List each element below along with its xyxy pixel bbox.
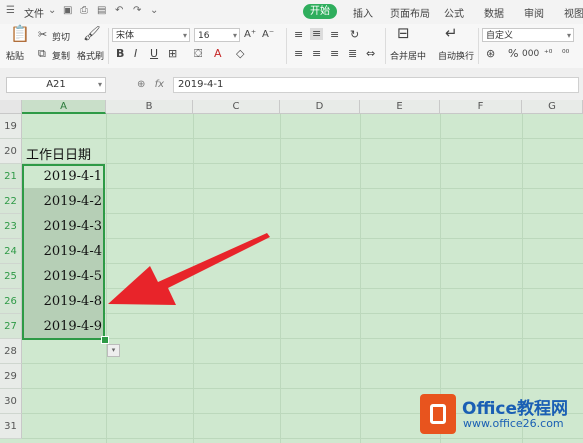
increase-decimal-icon[interactable]: ⁺⁰ <box>544 48 552 60</box>
number-format-select[interactable]: 自定义 ▾ <box>482 28 574 42</box>
distributed-icon[interactable]: ⇔ <box>366 48 375 60</box>
formula-bar: A21 ▾ ⊕ fx 2019-4-1 <box>0 68 583 100</box>
border-icon[interactable]: ⊞ <box>168 48 177 60</box>
clear-format-icon[interactable]: ◇ <box>236 48 244 60</box>
justify-icon[interactable]: ≣ <box>348 48 357 60</box>
menu-icon[interactable]: ☰ <box>6 6 16 16</box>
chevron-down-icon: ▾ <box>182 31 187 40</box>
chevron-down-icon[interactable]: ⌄ <box>48 6 58 16</box>
format-painter-button[interactable]: 格式刷 <box>77 49 104 62</box>
underline-icon[interactable]: U <box>150 48 158 60</box>
font-shrink-icon[interactable]: A⁻ <box>262 29 274 41</box>
wrap-text-icon[interactable]: ↵ <box>445 26 458 41</box>
percent-icon[interactable]: % <box>508 48 518 60</box>
tab-view[interactable]: 视图 <box>564 5 583 20</box>
print-preview-icon[interactable]: ▤ <box>97 6 107 16</box>
fx-icon[interactable]: fx <box>155 79 164 90</box>
tab-insert[interactable]: 插入 <box>353 5 373 20</box>
formula-icons: ⊕ fx <box>137 79 164 90</box>
font-name-value: 宋体 <box>116 31 135 41</box>
tab-review[interactable]: 审阅 <box>524 5 544 20</box>
italic-icon[interactable]: I <box>134 48 137 60</box>
align-left-icon[interactable]: ≡ <box>294 48 303 60</box>
scissors-icon[interactable]: ✂ <box>38 29 47 41</box>
menu-bar: ☰ 文件 ⌄ ▣ ⎙ ▤ ↶ ↷ ⌄ 开始 插入 页面布局 公式 数据 审阅 视… <box>0 0 583 24</box>
align-bottom-icon[interactable]: ≡ <box>330 29 339 41</box>
arrow-shape <box>108 233 270 305</box>
number-format-value: 自定义 <box>486 31 514 41</box>
print-icon[interactable]: ⎙ <box>80 6 90 16</box>
fill-color-icon[interactable]: ⛋ <box>194 48 202 60</box>
align-center-icon[interactable]: ≡ <box>312 48 321 60</box>
chevron-down-icon: ▾ <box>97 80 102 89</box>
cut-button[interactable]: 剪切 <box>52 30 70 43</box>
chevron-down-icon: ▾ <box>566 31 571 40</box>
office-logo-inner <box>430 404 446 424</box>
bold-icon[interactable]: B <box>116 48 124 60</box>
chevron-down-icon[interactable]: ⌄ <box>150 6 160 16</box>
save-icon[interactable]: ▣ <box>63 6 73 16</box>
align-right-icon[interactable]: ≡ <box>330 48 339 60</box>
tab-start[interactable]: 开始 <box>303 4 337 19</box>
zoom-icon[interactable]: ⊕ <box>137 79 145 90</box>
undo-icon[interactable]: ↶ <box>115 6 125 16</box>
copy-icon[interactable]: ⧉ <box>38 48 46 60</box>
divider <box>385 28 386 64</box>
watermark-name: Office教程网 <box>462 399 569 419</box>
merge-cells-icon[interactable]: ⊟ <box>397 26 410 41</box>
ribbon: 📋 粘贴 ✂ 剪切 ⧉ 复制 🖌 格式刷 宋体 ▾ 16 ▾ A⁺ A⁻ B I U… <box>0 24 583 69</box>
font-color-icon[interactable]: A <box>214 48 222 60</box>
merge-center-button[interactable]: 合并居中 <box>390 49 426 62</box>
align-middle-icon[interactable]: ≡ <box>310 28 324 40</box>
format-painter-icon[interactable]: 🖌 <box>83 27 101 41</box>
divider <box>108 28 109 64</box>
decrease-decimal-icon[interactable]: ⁰⁰ <box>562 48 569 60</box>
font-size-value: 16 <box>198 31 210 41</box>
font-name-select[interactable]: 宋体 ▾ <box>112 28 190 42</box>
copy-button[interactable]: 复制 <box>52 49 70 62</box>
align-top-icon[interactable]: ≡ <box>294 29 303 41</box>
name-box-value: A21 <box>46 79 66 90</box>
wrap-text-button[interactable]: 自动换行 <box>438 49 474 62</box>
orientation-icon[interactable]: ↻ <box>350 29 359 41</box>
redo-icon[interactable]: ↷ <box>133 6 143 16</box>
currency-icon[interactable]: ⊛ <box>486 48 495 60</box>
paste-icon[interactable]: 📋 <box>10 26 30 42</box>
font-grow-icon[interactable]: A⁺ <box>244 29 256 41</box>
divider <box>478 28 479 64</box>
tab-data[interactable]: 数据 <box>484 5 504 20</box>
tab-formulas[interactable]: 公式 <box>444 5 464 20</box>
thousands-icon[interactable]: 000 <box>522 48 539 60</box>
font-size-select[interactable]: 16 ▾ <box>194 28 240 42</box>
chevron-down-icon: ▾ <box>232 31 237 40</box>
watermark: Office教程网 www.office26.com <box>416 390 583 443</box>
formula-input[interactable]: 2019-4-1 <box>173 77 579 93</box>
tab-page-layout[interactable]: 页面布局 <box>390 5 430 20</box>
divider <box>286 28 287 64</box>
office-logo <box>420 394 456 434</box>
watermark-url: www.office26.com <box>463 417 564 430</box>
name-box[interactable]: A21 ▾ <box>6 77 106 93</box>
file-menu[interactable]: 文件 <box>24 5 44 20</box>
paste-button[interactable]: 粘贴 <box>6 49 24 62</box>
